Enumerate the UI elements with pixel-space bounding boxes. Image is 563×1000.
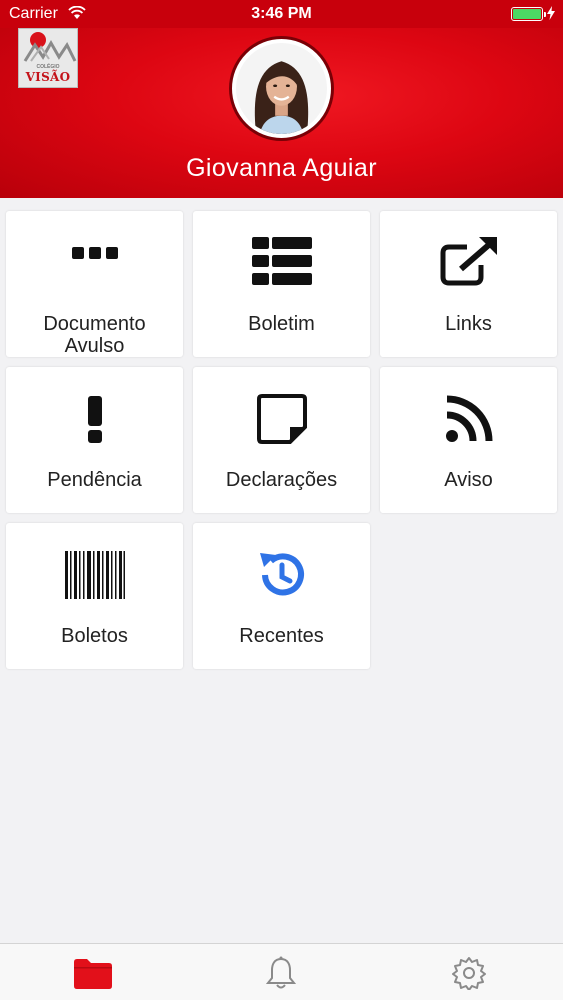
profile-header: COLÉGIO VISÃO Giovanna Aguiar — [0, 28, 563, 198]
tile-label: Declarações — [225, 469, 338, 491]
avatar[interactable] — [229, 36, 334, 141]
logo-mark-icon — [23, 32, 77, 62]
charging-icon — [547, 6, 555, 20]
folder-icon — [74, 959, 112, 989]
tab-notifications[interactable] — [261, 956, 301, 992]
exclamation-icon — [87, 396, 102, 443]
tab-documents[interactable] — [73, 956, 113, 992]
gear-icon — [452, 957, 486, 990]
user-name: Giovanna Aguiar — [186, 154, 377, 182]
tile-recentes[interactable]: Recentes — [193, 523, 370, 669]
history-icon — [259, 553, 304, 596]
battery-icon — [511, 7, 546, 21]
status-bar: Carrier 3:46 PM — [0, 0, 563, 28]
tile-label: Aviso — [444, 469, 493, 491]
tab-settings[interactable] — [449, 956, 489, 992]
tile-aviso[interactable]: Aviso — [380, 367, 557, 513]
tile-boletim[interactable]: Boletim — [193, 211, 370, 357]
barcode-icon — [64, 551, 125, 599]
tile-label: Boletim — [248, 313, 315, 335]
user-photo — [236, 43, 327, 134]
sticky-note-icon — [256, 394, 307, 444]
external-link-icon — [440, 237, 497, 286]
tile-pendencia[interactable]: Pendência — [6, 367, 183, 513]
tile-documento-avulso[interactable]: Documento Avulso — [6, 211, 183, 357]
tile-label: Documento Avulso — [43, 313, 146, 357]
tile-label: Links — [445, 313, 492, 335]
ellipsis-icon — [71, 247, 118, 259]
logo-text: VISÃO — [25, 70, 71, 84]
bell-icon — [266, 956, 296, 989]
tile-links[interactable]: Links — [380, 211, 557, 357]
tile-label: Boletos — [61, 625, 128, 647]
tile-declaracoes[interactable]: Declarações — [193, 367, 370, 513]
tile-label: Recentes — [239, 625, 324, 647]
tab-bar — [0, 943, 563, 1000]
tile-label: Pendência — [47, 469, 142, 491]
list-table-icon — [251, 237, 312, 285]
tile-boletos[interactable]: Boletos — [6, 523, 183, 669]
clock: 3:46 PM — [251, 5, 312, 22]
rss-icon — [445, 395, 492, 442]
school-logo: COLÉGIO VISÃO — [18, 28, 78, 88]
